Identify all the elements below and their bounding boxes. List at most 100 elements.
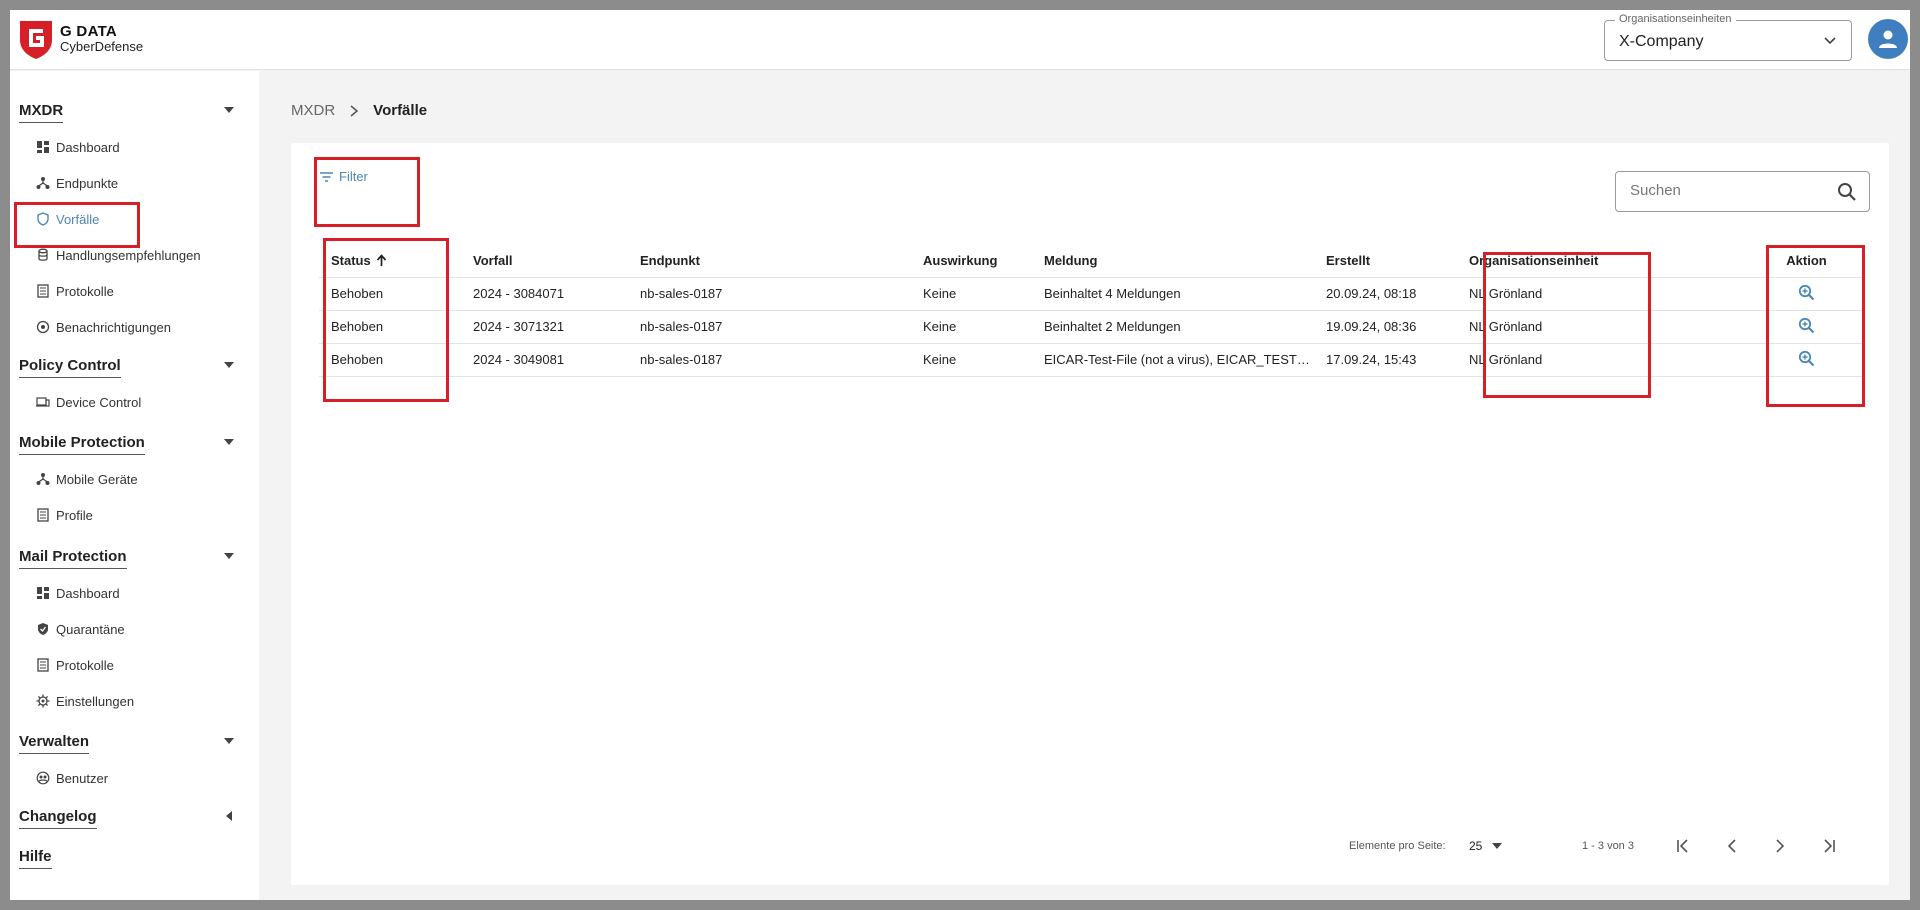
nav-mxdr-benachrichtigungen[interactable]: Benachrichtigungen (36, 316, 171, 338)
last-page-button[interactable] (1817, 835, 1839, 857)
gdata-shield-icon (20, 21, 52, 59)
users-icon (36, 771, 50, 785)
search-box (1615, 171, 1870, 212)
nav-device-control[interactable]: Device Control (36, 391, 141, 413)
breadcrumb-root[interactable]: MXDR (291, 102, 335, 119)
col-header-auswirkung[interactable]: Auswirkung (923, 245, 1044, 278)
cell-auswirkung: Keine (923, 343, 1044, 377)
org-unit-select[interactable]: Organisationseinheiten X-Company (1604, 13, 1852, 61)
nav-label: Benachrichtigungen (56, 319, 171, 335)
cell-auswirkung: Keine (923, 310, 1044, 344)
items-per-page-label: Elemente pro Seite: (1349, 840, 1446, 852)
incidents-card: Filter Status Vorfall Endpunkt Auswirkun… (291, 143, 1889, 885)
devices-icon (36, 397, 50, 407)
user-avatar[interactable] (1868, 19, 1908, 59)
caret-down-icon[interactable] (223, 360, 235, 370)
page-range-label: 1 - 3 von 3 (1582, 840, 1634, 852)
caret-down-icon[interactable] (223, 551, 235, 561)
highlight-vorfaelle (14, 202, 140, 248)
nav-profile[interactable]: Profile (36, 504, 93, 526)
org-unit-value: X-Company (1619, 33, 1704, 50)
col-header-endpunkt[interactable]: Endpunkt (640, 245, 923, 278)
dashboard-icon (37, 587, 49, 599)
chevron-left-icon (1727, 839, 1736, 853)
nav-label: Protokolle (56, 283, 114, 299)
dashboard-icon (37, 141, 49, 153)
caret-down-icon[interactable] (223, 437, 235, 447)
nav-einstellungen[interactable]: Einstellungen (36, 690, 134, 712)
database-icon (38, 248, 48, 261)
cell-auswirkung: Keine (923, 277, 1044, 311)
highlight-filter (314, 157, 420, 227)
document-list-icon (37, 508, 49, 522)
col-header-meldung[interactable]: Meldung (1044, 245, 1326, 278)
caret-down-icon (1492, 843, 1503, 849)
first-page-button[interactable] (1673, 835, 1695, 857)
document-list-icon (37, 658, 49, 672)
network-icon (36, 177, 50, 189)
nav-mxdr-handlungsempfehlungen[interactable]: Handlungsempfehlungen (36, 244, 201, 266)
nav-label: Endpunkte (56, 175, 119, 191)
previous-page-button[interactable] (1721, 835, 1743, 857)
nav-quarantaene[interactable]: Quarantäne (36, 618, 125, 640)
nav-label: Dashboard (56, 585, 120, 601)
cell-endpunkt: nb-sales-0187 (640, 277, 923, 311)
highlight-org-column (1483, 252, 1651, 398)
chevron-down-icon (1824, 37, 1836, 45)
next-page-button[interactable] (1769, 835, 1791, 857)
cell-meldung: Beinhaltet 4 Meldungen (1044, 277, 1326, 311)
sidebar: MXDR Dashboard Endpunkte Vorfälle Handlu… (10, 71, 259, 900)
cell-endpunkt: nb-sales-0187 (640, 310, 923, 344)
nav-mobile-geraete[interactable]: Mobile Geräte (36, 468, 138, 490)
section-policy-control-title[interactable]: Policy Control (19, 357, 121, 378)
caret-down-icon[interactable] (223, 105, 235, 115)
breadcrumb: MXDR Vorfälle (291, 102, 427, 119)
first-page-icon (1677, 839, 1688, 853)
nav-label: Protokolle (56, 657, 114, 673)
chevron-right-icon (1776, 839, 1785, 853)
nav-label: Quarantäne (56, 621, 125, 637)
last-page-icon (1824, 839, 1835, 853)
col-header-erstellt[interactable]: Erstellt (1326, 245, 1469, 278)
nav-mail-protokolle[interactable]: Protokolle (36, 654, 114, 676)
page-size-select[interactable]: 25 (1469, 839, 1503, 853)
nav-label: Handlungsempfehlungen (56, 247, 201, 263)
caret-left-icon[interactable] (224, 810, 234, 822)
cell-meldung: EICAR-Test-File (not a virus), EICAR_TES… (1044, 343, 1326, 377)
nav-mail-dashboard[interactable]: Dashboard (36, 582, 120, 604)
user-icon (1879, 30, 1897, 48)
network-icon (36, 473, 50, 485)
breadcrumb-current: Vorfälle (373, 102, 428, 119)
nav-mxdr-endpunkte[interactable]: Endpunkte (36, 172, 118, 194)
cell-vorfall: 2024 - 3084071 (473, 277, 640, 311)
section-hilfe-title[interactable]: Hilfe (19, 848, 52, 869)
section-mxdr-title[interactable]: MXDR (19, 102, 64, 123)
nav-mxdr-protokolle[interactable]: Protokolle (36, 280, 114, 302)
gear-icon (36, 694, 50, 708)
nav-label: Profile (56, 507, 93, 523)
caret-down-icon[interactable] (223, 736, 235, 746)
section-verwalten-title[interactable]: Verwalten (19, 733, 90, 754)
section-mobile-protection-title[interactable]: Mobile Protection (19, 434, 145, 455)
highlight-status-column (323, 238, 449, 402)
section-changelog-title[interactable]: Changelog (19, 808, 97, 829)
nav-benutzer[interactable]: Benutzer (36, 767, 108, 789)
section-mail-protection-title[interactable]: Mail Protection (19, 548, 127, 569)
gdata-logo[interactable]: G DATA CyberDefense (18, 18, 143, 60)
search-icon[interactable] (1837, 182, 1857, 202)
cell-erstellt: 19.09.24, 08:36 (1326, 310, 1469, 344)
nav-label: Mobile Geräte (56, 471, 138, 487)
org-unit-legend: Organisationseinheiten (1615, 13, 1736, 25)
highlight-aktion-column (1766, 245, 1865, 407)
nav-label: Device Control (56, 394, 142, 410)
cell-endpunkt: nb-sales-0187 (640, 343, 923, 377)
cell-erstellt: 20.09.24, 08:18 (1326, 277, 1469, 311)
notification-icon (36, 320, 50, 334)
nav-mxdr-dashboard[interactable]: Dashboard (36, 136, 120, 158)
search-input[interactable] (1630, 182, 1830, 199)
top-header: G DATA CyberDefense Organisationseinheit… (10, 10, 1910, 70)
nav-label: Dashboard (56, 139, 120, 155)
app-frame: G DATA CyberDefense Organisationseinheit… (10, 10, 1910, 900)
col-header-vorfall[interactable]: Vorfall (473, 245, 640, 278)
cell-meldung: Beinhaltet 2 Meldungen (1044, 310, 1326, 344)
